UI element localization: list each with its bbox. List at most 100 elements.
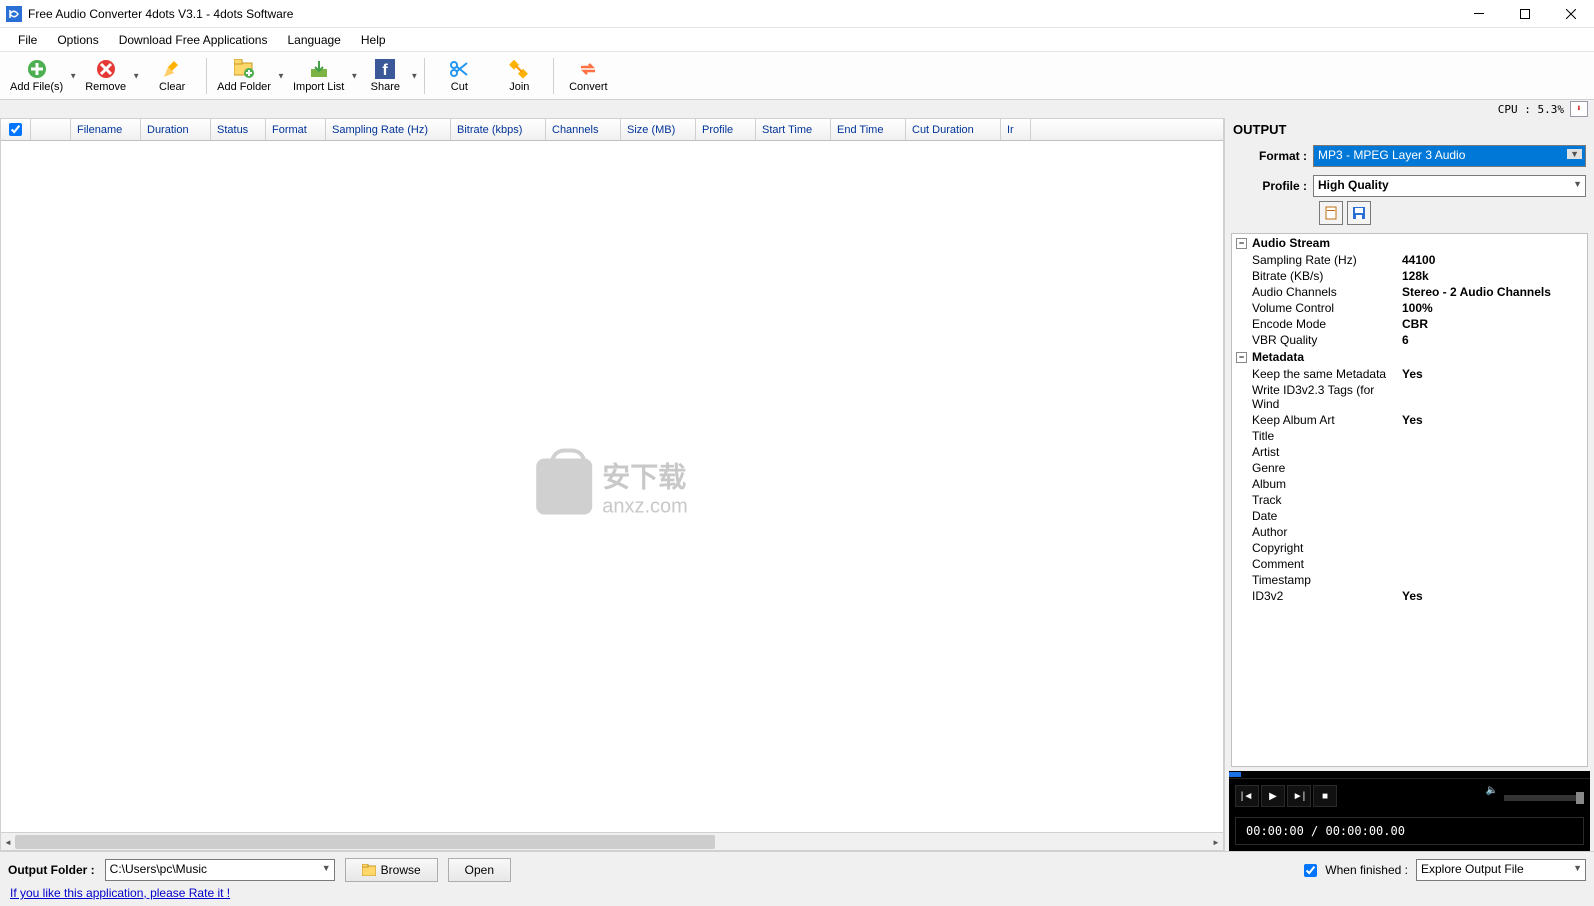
prop-row[interactable]: Keep Album ArtYes — [1232, 412, 1587, 428]
format-select[interactable]: MP3 - MPEG Layer 3 Audio ▼ — [1313, 145, 1586, 167]
chevron-down-icon: ▼ — [69, 71, 77, 80]
folder-icon — [362, 864, 376, 876]
rate-link[interactable]: If you like this application, please Rat… — [10, 886, 230, 900]
column-size-mb-[interactable]: Size (MB) — [621, 119, 696, 140]
open-button[interactable]: Open — [448, 858, 511, 882]
browse-button[interactable]: Browse — [345, 858, 438, 882]
column-checkbox[interactable] — [31, 119, 71, 140]
toolbar-share-button[interactable]: fShare▼ — [360, 54, 420, 98]
output-panel: OUTPUT Format : MP3 - MPEG Layer 3 Audio… — [1224, 118, 1594, 851]
column-start-time[interactable]: Start Time — [756, 119, 831, 140]
profile-select[interactable]: High Quality ▼ — [1313, 175, 1586, 197]
toolbar-join-button[interactable]: Join — [489, 54, 549, 98]
column-format[interactable]: Format — [266, 119, 326, 140]
when-finished-checkbox[interactable] — [1304, 864, 1317, 877]
player-play-button[interactable]: ▶ — [1261, 785, 1285, 807]
prop-row[interactable]: Keep the same MetadataYes — [1232, 366, 1587, 382]
prop-row[interactable]: Date — [1232, 508, 1587, 524]
when-finished-select[interactable]: Explore Output File ▼ — [1416, 859, 1586, 881]
prop-group-metadata[interactable]: −Metadata — [1232, 348, 1587, 366]
collapse-icon[interactable]: − — [1236, 238, 1247, 249]
grid-header: FilenameDurationStatusFormatSampling Rat… — [1, 119, 1223, 141]
property-grid[interactable]: −Audio StreamSampling Rate (Hz)44100Bitr… — [1231, 233, 1588, 767]
column-bitrate-kbps-[interactable]: Bitrate (kbps) — [451, 119, 546, 140]
x-red-icon — [96, 59, 116, 79]
profile-label: Profile : — [1233, 179, 1313, 193]
window-title: Free Audio Converter 4dots V3.1 - 4dots … — [28, 7, 293, 21]
menu-options[interactable]: Options — [47, 29, 108, 51]
maximize-button[interactable] — [1502, 0, 1548, 28]
column-sampling-rate-hz-[interactable]: Sampling Rate (Hz) — [326, 119, 451, 140]
chevron-down-icon: ▼ — [132, 71, 140, 80]
app-icon — [6, 6, 22, 22]
prop-row[interactable]: Sampling Rate (Hz)44100 — [1232, 252, 1587, 268]
cpu-status-row: CPU : 5.3% ⬇ — [0, 100, 1594, 118]
profile-save-button[interactable] — [1347, 201, 1371, 225]
scissors-icon — [449, 59, 469, 79]
watermark: 安下载 anxz.com — [536, 455, 688, 518]
when-finished-label: When finished : — [1325, 863, 1408, 877]
volume-icon: 🔈 — [1486, 785, 1498, 796]
column-checkbox[interactable] — [1, 119, 31, 140]
plus-green-icon — [27, 59, 47, 79]
menu-help[interactable]: Help — [351, 29, 396, 51]
collapse-icon[interactable]: − — [1236, 352, 1247, 363]
prop-row[interactable]: Bitrate (KB/s)128k — [1232, 268, 1587, 284]
toolbar-add-file-s--button[interactable]: Add File(s)▼ — [4, 54, 79, 98]
prop-group-audio-stream[interactable]: −Audio Stream — [1232, 234, 1587, 252]
prop-row[interactable]: Copyright — [1232, 540, 1587, 556]
facebook-icon: f — [375, 59, 395, 79]
column-filename[interactable]: Filename — [71, 119, 141, 140]
column-channels[interactable]: Channels — [546, 119, 621, 140]
menu-download-free-applications[interactable]: Download Free Applications — [109, 29, 278, 51]
prop-row[interactable]: VBR Quality6 — [1232, 332, 1587, 348]
menu-language[interactable]: Language — [277, 29, 350, 51]
prop-row[interactable]: Audio ChannelsStereo - 2 Audio Channels — [1232, 284, 1587, 300]
prop-row[interactable]: Album — [1232, 476, 1587, 492]
prop-row[interactable]: Title — [1232, 428, 1587, 444]
prop-row[interactable]: Volume Control100% — [1232, 300, 1587, 316]
volume-slider[interactable] — [1504, 795, 1584, 801]
cpu-toggle-icon[interactable]: ⬇ — [1570, 101, 1588, 117]
grid-hscrollbar[interactable]: ◄ ► — [1, 832, 1223, 850]
prop-row[interactable]: Write ID3v2.3 Tags (for Wind — [1232, 382, 1587, 412]
toolbar-add-folder-button[interactable]: Add Folder▼ — [211, 54, 287, 98]
close-button[interactable] — [1548, 0, 1594, 28]
column-cut-duration[interactable]: Cut Duration — [906, 119, 1001, 140]
column-ir[interactable]: Ir — [1001, 119, 1031, 140]
grid-body[interactable]: 安下载 anxz.com — [1, 141, 1223, 832]
chevron-down-icon: ▼ — [1567, 149, 1582, 159]
minimize-button[interactable] — [1456, 0, 1502, 28]
prop-row[interactable]: Timestamp — [1232, 572, 1587, 588]
svg-text:f: f — [383, 62, 389, 79]
toolbar-convert-button[interactable]: Convert — [558, 54, 618, 98]
prop-row[interactable]: Genre — [1232, 460, 1587, 476]
player-next-button[interactable]: ►| — [1287, 785, 1311, 807]
player-seekbar[interactable] — [1229, 771, 1590, 779]
prop-row[interactable]: Comment — [1232, 556, 1587, 572]
format-label: Format : — [1233, 149, 1313, 163]
profile-new-button[interactable] — [1319, 201, 1343, 225]
menu-file[interactable]: File — [8, 29, 47, 51]
chevron-down-icon: ▼ — [1573, 863, 1582, 873]
column-status[interactable]: Status — [211, 119, 266, 140]
prop-row[interactable]: Track — [1232, 492, 1587, 508]
folder-plus-icon — [234, 59, 254, 79]
audio-player: |◄ ▶ ►| ■ 🔈 00:00:00 / 00:00:00.00 — [1229, 771, 1590, 851]
prop-row[interactable]: Artist — [1232, 444, 1587, 460]
toolbar-clear-button[interactable]: Clear — [142, 54, 202, 98]
toolbar-remove-button[interactable]: Remove▼ — [79, 54, 142, 98]
column-duration[interactable]: Duration — [141, 119, 211, 140]
toolbar-import-list-button[interactable]: Import List▼ — [287, 54, 360, 98]
output-folder-combo[interactable]: C:\Users\pc\Music ▼ — [105, 859, 335, 881]
column-profile[interactable]: Profile — [696, 119, 756, 140]
prop-row[interactable]: Encode ModeCBR — [1232, 316, 1587, 332]
player-stop-button[interactable]: ■ — [1313, 785, 1337, 807]
player-prev-button[interactable]: |◄ — [1235, 785, 1259, 807]
prop-row[interactable]: ID3v2Yes — [1232, 588, 1587, 604]
prop-row[interactable]: Author — [1232, 524, 1587, 540]
output-title: OUTPUT — [1225, 118, 1594, 141]
column-end-time[interactable]: End Time — [831, 119, 906, 140]
toolbar-cut-button[interactable]: Cut — [429, 54, 489, 98]
select-all-checkbox[interactable] — [9, 123, 22, 136]
